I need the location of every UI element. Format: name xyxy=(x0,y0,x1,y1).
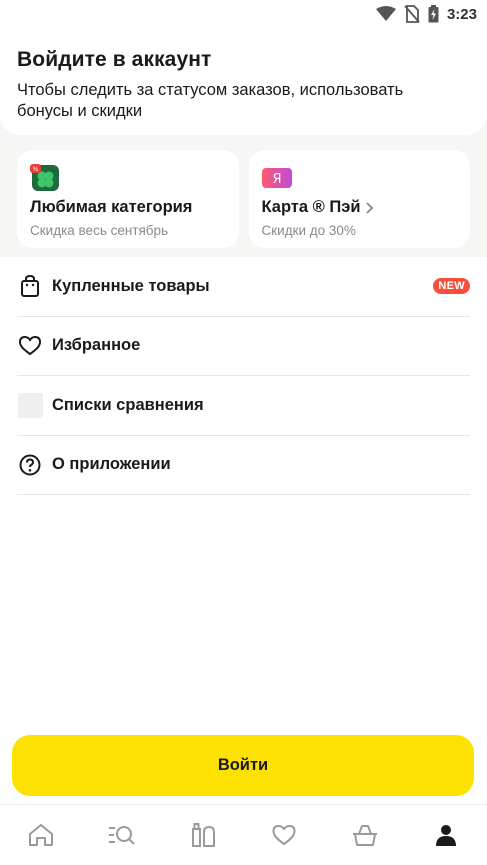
menu-item-favorites[interactable]: Избранное xyxy=(17,317,470,376)
status-bar: 3:23 xyxy=(0,0,487,28)
favorites-icon xyxy=(272,824,296,846)
nav-home[interactable] xyxy=(11,810,71,860)
nav-favorites[interactable] xyxy=(254,810,314,860)
menu-item-label: Купленные товары xyxy=(52,276,210,295)
nav-products[interactable] xyxy=(173,810,233,860)
no-sim-icon xyxy=(404,5,420,23)
catalog-search-icon xyxy=(108,826,135,845)
svg-text:%: % xyxy=(33,166,39,173)
bottom-nav xyxy=(0,804,487,865)
login-header: Войдите в аккаунт Чтобы следить за стату… xyxy=(0,28,487,135)
yandex-pay-icon: Я xyxy=(261,164,292,192)
promo-subtitle: Скидка весь сентябрь xyxy=(30,223,169,238)
login-button[interactable]: Войти xyxy=(12,735,474,796)
shopping-bag-icon xyxy=(17,273,43,299)
cart-icon xyxy=(353,825,378,846)
menu-item-label: О приложении xyxy=(52,455,171,474)
menu-item-compare[interactable]: Списки сравнения xyxy=(17,376,470,436)
new-badge: NEW xyxy=(433,278,470,295)
battery-charging-icon xyxy=(428,5,439,23)
menu-item-label: Избранное xyxy=(52,336,141,355)
promo-card-favorite-category[interactable]: % Любимая категория Скидка весь сентябрь xyxy=(17,150,239,248)
page-subtitle: Чтобы следить за статусом заказов, испол… xyxy=(17,81,404,120)
status-time: 3:23 xyxy=(446,5,477,23)
products-icon xyxy=(191,823,215,847)
promo-title: Карта ® Пэй xyxy=(262,198,458,217)
nav-catalog[interactable] xyxy=(92,810,152,860)
promo-title: Любимая категория xyxy=(30,198,193,216)
promo-card-pay-card[interactable]: Я Карта ® Пэй Скидки до 30% xyxy=(248,150,470,248)
nav-cart[interactable] xyxy=(335,810,395,860)
svg-text:Я: Я xyxy=(272,172,281,187)
nav-profile[interactable] xyxy=(416,810,476,860)
menu-item-label: Списки сравнения xyxy=(52,395,204,414)
menu-item-purchased[interactable]: Купленные товары NEW xyxy=(17,257,470,317)
help-icon xyxy=(17,452,43,478)
profile-icon xyxy=(436,825,457,846)
profile-menu: Купленные товары NEW Избранное Списки ср… xyxy=(0,257,487,804)
menu-item-about[interactable]: О приложении xyxy=(17,436,470,495)
clover-percent-icon: % xyxy=(30,164,60,192)
promo-subtitle: Скидки до 30% xyxy=(261,223,356,238)
page-title: Войдите в аккаунт xyxy=(17,48,212,71)
heart-icon xyxy=(17,333,43,359)
compare-icon xyxy=(17,392,43,418)
wifi-icon xyxy=(375,6,396,21)
home-icon xyxy=(28,824,53,846)
chevron-right-icon xyxy=(365,201,373,214)
promo-title-text: Карта ® Пэй xyxy=(261,198,361,216)
promo-row: % Любимая категория Скидка весь сентябрь… xyxy=(17,150,470,248)
